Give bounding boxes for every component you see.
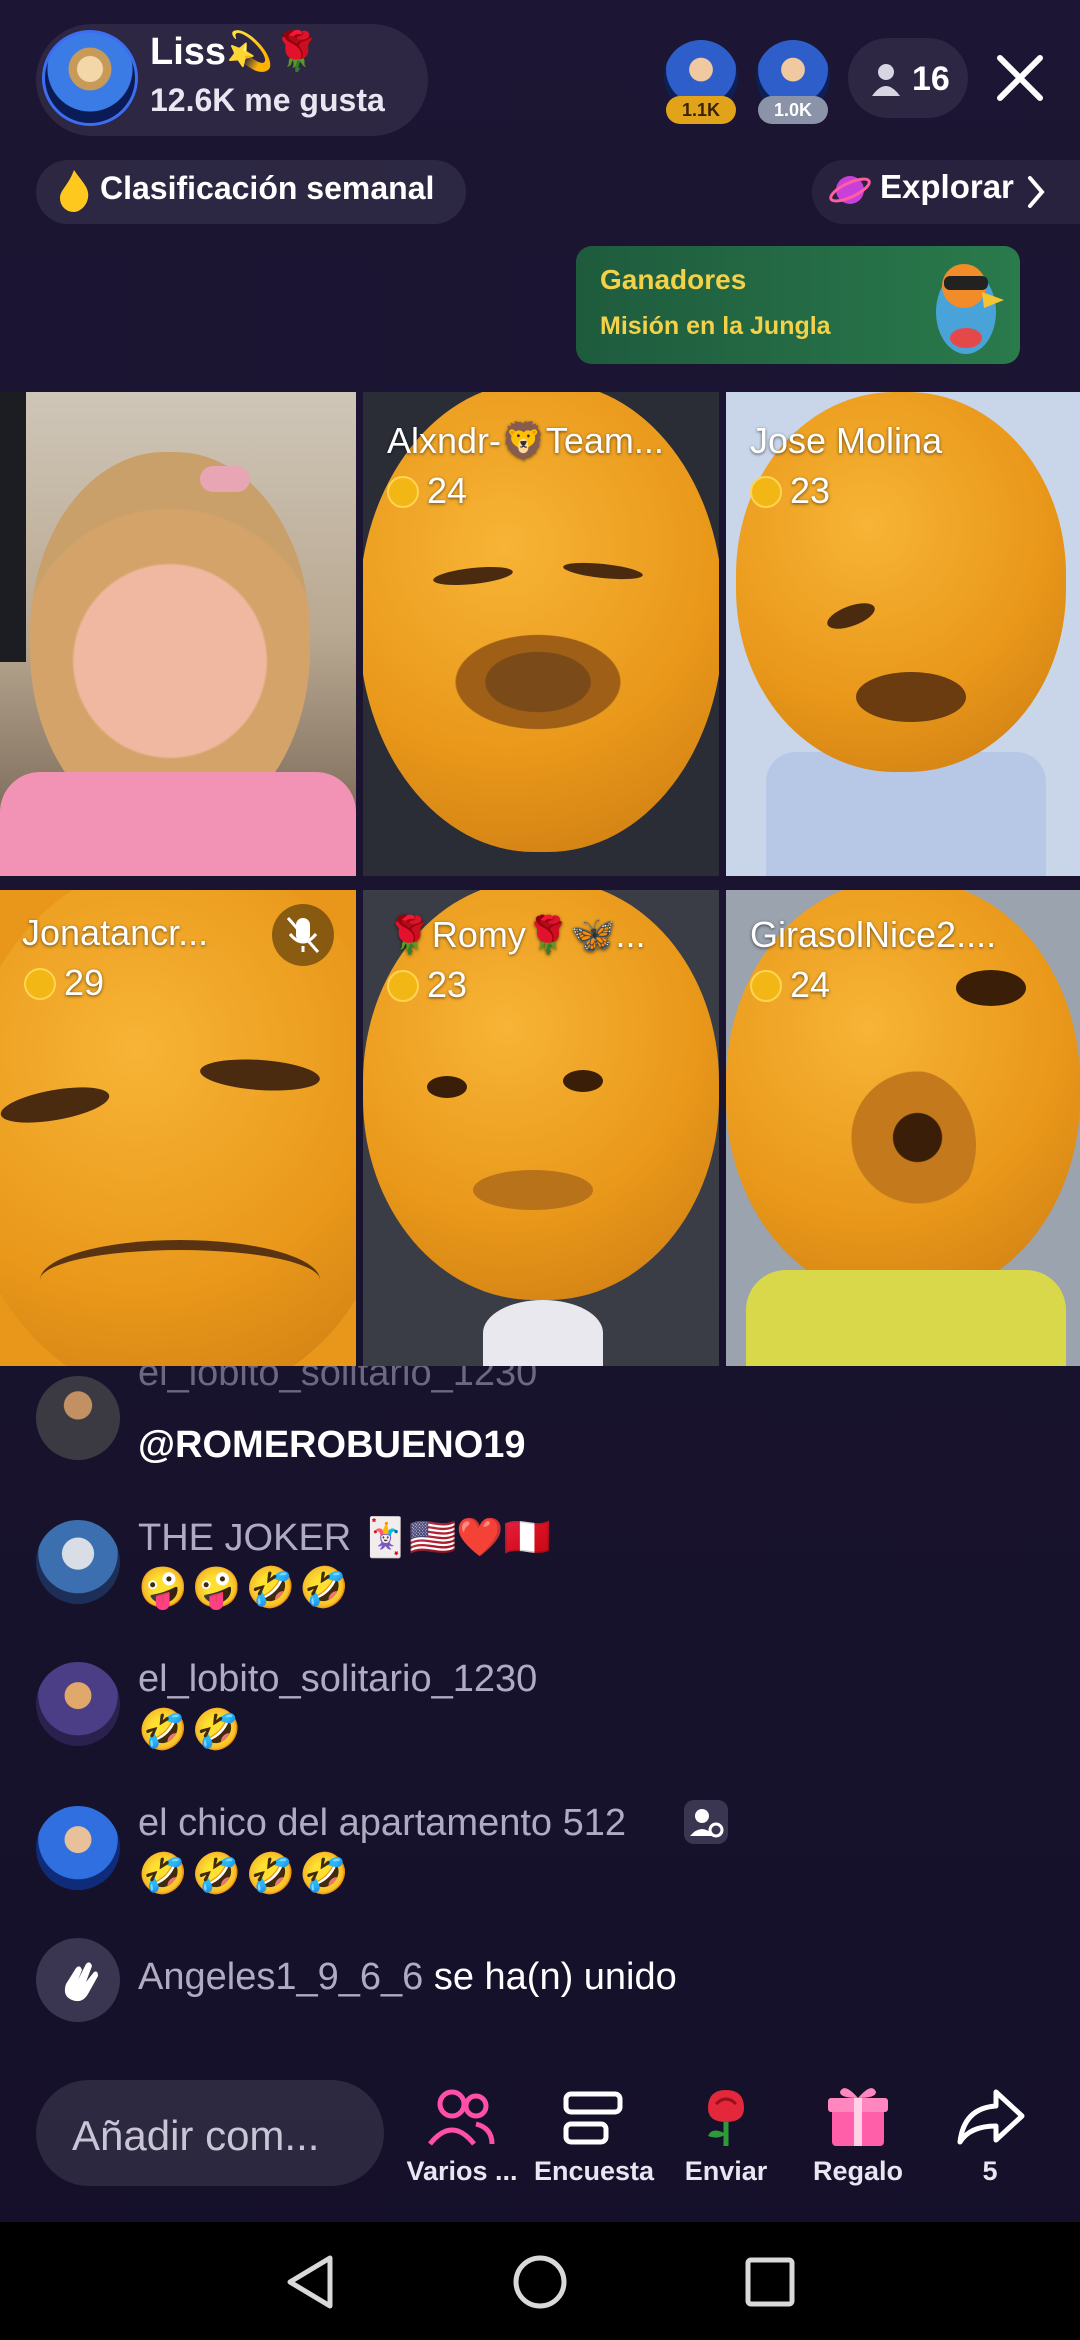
coin-icon — [387, 970, 419, 1002]
chat-username: el chico del apartamento 512 — [138, 1802, 626, 1844]
video-tile-host[interactable] — [0, 392, 356, 876]
back-nav-icon[interactable] — [284, 2254, 338, 2310]
guest-score: 23 — [790, 470, 831, 511]
viewer-count-pill[interactable] — [848, 38, 968, 118]
chat-avatar[interactable] — [36, 1806, 120, 1890]
guest-score: 24 — [790, 964, 831, 1005]
chat-fade-top: el_lobito_solitario_1230 — [0, 1366, 1080, 1406]
guest-name: Jose Molina — [750, 420, 943, 461]
host-name: Liss💫🌹 — [150, 31, 321, 73]
planet-icon — [829, 176, 871, 204]
coin-icon — [750, 970, 782, 1002]
eye — [956, 970, 1026, 1006]
share-icon[interactable] — [956, 2086, 1026, 2146]
gift-icon[interactable] — [826, 2082, 890, 2148]
guest-name: Alxndr-🦁Team... — [387, 420, 664, 461]
poll-icon[interactable] — [562, 2090, 624, 2148]
parrot-icon — [936, 264, 1004, 354]
chat-username: el_lobito_solitario_1230 — [138, 1366, 538, 1394]
explore-label: Explorar — [880, 168, 1014, 205]
weekly-ranking-label: Clasificación semanal — [100, 170, 435, 206]
mouth — [856, 672, 966, 722]
chat-message: @ROMEROBUENO19 — [138, 1424, 526, 1466]
chat-message: 🤣🤣🤣🤣 — [138, 1852, 354, 1896]
eye — [427, 1076, 467, 1098]
mouth — [473, 1170, 593, 1210]
guest-name: GirasolNice2.... — [750, 914, 997, 955]
host-likes: 12.6K me gusta — [150, 82, 385, 118]
viewer-badge: 1.0K — [758, 96, 828, 124]
video-tile-guest[interactable]: Alxndr-🦁Team... 24 — [363, 392, 719, 876]
friend-badge-icon — [684, 1800, 728, 1844]
viewer-count: 16 — [912, 60, 950, 98]
video-tile-guest[interactable]: Jose Molina 23 — [726, 392, 1080, 876]
send-label: Enviar — [684, 2156, 768, 2186]
viewer-badge: 1.1K — [666, 96, 736, 124]
multi-guest-label: Varios ... — [406, 2156, 518, 2186]
person-icon — [872, 64, 900, 96]
guest-score: 24 — [427, 470, 468, 511]
flame-icon — [60, 170, 89, 212]
rose-icon[interactable] — [694, 2082, 758, 2148]
system-navigation-bar — [0, 2222, 1080, 2340]
host-avatar[interactable] — [42, 30, 138, 126]
banner-subtitle: Misión en la Jungla — [600, 312, 831, 340]
guest-name: 🌹Romy🌹🦋... — [387, 914, 646, 955]
mouth — [40, 1240, 320, 1320]
eye — [563, 1070, 603, 1092]
home-nav-icon[interactable] — [512, 2254, 568, 2310]
chat-message: 🤣🤣 — [138, 1708, 246, 1752]
chat-username: THE JOKER 🃏🇺🇸❤️🇵🇪 — [138, 1517, 552, 1559]
hair-clip — [200, 466, 250, 492]
join-notice: Angeles1_9_6_6 se ha(n) unido — [138, 1956, 677, 1998]
video-tile-guest[interactable]: GirasolNice2.... 24 — [726, 890, 1080, 1366]
coin-icon — [387, 476, 419, 508]
close-icon[interactable] — [990, 48, 1050, 108]
chat-username: el_lobito_solitario_1230 — [138, 1658, 538, 1700]
muted-mic-icon — [272, 904, 334, 966]
chat-avatar[interactable] — [36, 1376, 120, 1460]
guest-score: 29 — [64, 962, 105, 1003]
coin-icon — [750, 476, 782, 508]
multi-guest-icon[interactable] — [426, 2088, 496, 2148]
chat-avatar[interactable] — [36, 1520, 120, 1604]
coin-icon — [24, 968, 56, 1000]
share-count: 5 — [982, 2156, 998, 2186]
video-tile-guest[interactable]: 🌹Romy🌹🦋... 23 — [363, 890, 719, 1366]
chat-avatar[interactable] — [36, 1662, 120, 1746]
mouth — [433, 622, 643, 742]
banner-title: Ganadores — [600, 264, 747, 295]
mouth — [846, 1070, 976, 1220]
recents-nav-icon[interactable] — [744, 2256, 796, 2308]
guest-score: 23 — [427, 964, 468, 1005]
guest-name: Jonatancr... — [22, 912, 209, 953]
comment-placeholder: Añadir com... — [72, 2112, 320, 2159]
gift-label: Regalo — [812, 2156, 904, 2186]
chevron-right-icon — [1028, 176, 1045, 208]
poll-label: Encuesta — [533, 2156, 655, 2186]
wave-hand-icon — [64, 1962, 98, 2002]
chat-message: 🤪🤪🤣🤣 — [138, 1566, 354, 1610]
